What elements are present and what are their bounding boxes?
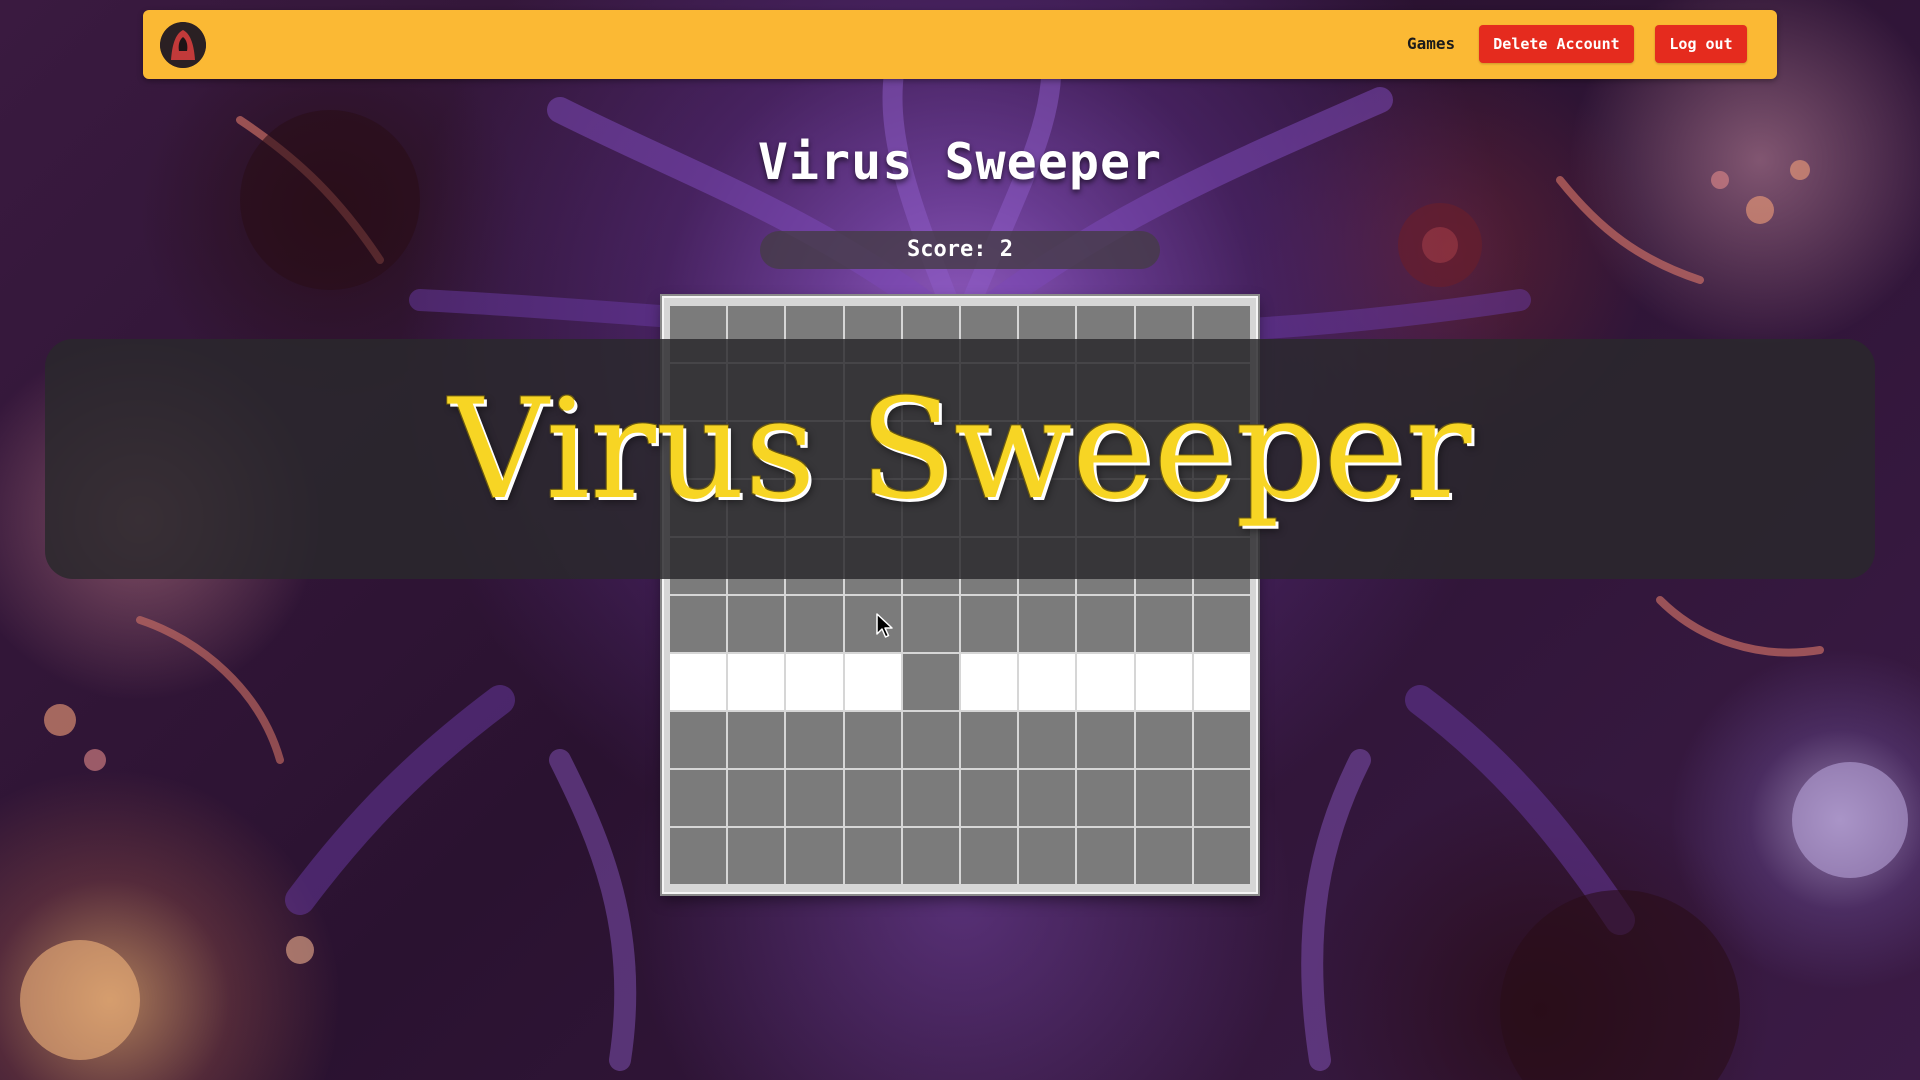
board-cell-hidden[interactable]: [728, 712, 785, 768]
board-cell-revealed[interactable]: [844, 654, 901, 710]
board-cell-hidden[interactable]: [1135, 828, 1192, 884]
board-cell-hidden[interactable]: [1019, 596, 1076, 652]
board-cell-hidden[interactable]: [1077, 828, 1134, 884]
banner-title: Virus Sweeper: [448, 369, 1472, 530]
board-cell-hidden[interactable]: [670, 712, 727, 768]
board-cell-hidden[interactable]: [1019, 712, 1076, 768]
board-cell-hidden[interactable]: [1019, 770, 1076, 826]
score-display: Score: 2: [760, 231, 1160, 269]
board-cell-hidden[interactable]: [902, 712, 959, 768]
board-cell-revealed[interactable]: [1135, 654, 1192, 710]
board-cell-hidden[interactable]: [844, 770, 901, 826]
board-cell-hidden[interactable]: [1135, 596, 1192, 652]
board-cell-hidden[interactable]: [902, 596, 959, 652]
board-cell-hidden[interactable]: [844, 712, 901, 768]
board-cell-hidden[interactable]: [670, 828, 727, 884]
board-cell-hidden[interactable]: [728, 828, 785, 884]
board-cell-hidden[interactable]: [1135, 770, 1192, 826]
board-cell-hidden[interactable]: [1077, 712, 1134, 768]
board-cell-hidden[interactable]: [844, 828, 901, 884]
board-cell-hidden[interactable]: [670, 770, 727, 826]
board-cell-hidden[interactable]: [961, 596, 1018, 652]
board-cell-hidden[interactable]: [1077, 596, 1134, 652]
board-cell-hidden[interactable]: [786, 712, 843, 768]
board-cell-revealed[interactable]: [961, 654, 1018, 710]
board-cell-hidden[interactable]: [1077, 770, 1134, 826]
board-cell-hidden[interactable]: [902, 828, 959, 884]
board-cell-hidden[interactable]: [728, 770, 785, 826]
game-title: Virus Sweeper: [757, 133, 1163, 191]
delete-account-button[interactable]: Delete Account: [1479, 25, 1634, 63]
board-cell-hidden[interactable]: [786, 828, 843, 884]
hooded-figure-icon[interactable]: [160, 22, 206, 68]
board-cell-hidden[interactable]: [961, 770, 1018, 826]
board-cell-hidden[interactable]: [786, 596, 843, 652]
board-cell-revealed[interactable]: [670, 654, 727, 710]
board-cell-hidden[interactable]: [844, 596, 901, 652]
board-cell-hidden[interactable]: [961, 712, 1018, 768]
board-cell-revealed[interactable]: [1077, 654, 1134, 710]
board-cell-hidden[interactable]: [1193, 596, 1250, 652]
board-cell-revealed[interactable]: [1019, 654, 1076, 710]
board-cell-hidden[interactable]: [1193, 712, 1250, 768]
board-cell-hidden[interactable]: [902, 654, 959, 710]
board-cell-hidden[interactable]: [902, 770, 959, 826]
logout-button[interactable]: Log out: [1655, 25, 1747, 63]
board-cell-hidden[interactable]: [1193, 828, 1250, 884]
board-cell-hidden[interactable]: [728, 596, 785, 652]
nav-games-link[interactable]: Games: [1407, 34, 1455, 53]
top-navbar: Games Delete Account Log out: [143, 10, 1777, 79]
board-cell-hidden[interactable]: [1193, 770, 1250, 826]
board-cell-hidden[interactable]: [786, 770, 843, 826]
board-cell-hidden[interactable]: [1019, 828, 1076, 884]
board-cell-hidden[interactable]: [961, 828, 1018, 884]
board-cell-hidden[interactable]: [670, 596, 727, 652]
board-cell-revealed[interactable]: [728, 654, 785, 710]
board-cell-revealed[interactable]: [786, 654, 843, 710]
board-cell-revealed[interactable]: [1193, 654, 1250, 710]
logo-graphic: [160, 22, 206, 68]
board-cell-hidden[interactable]: [1135, 712, 1192, 768]
